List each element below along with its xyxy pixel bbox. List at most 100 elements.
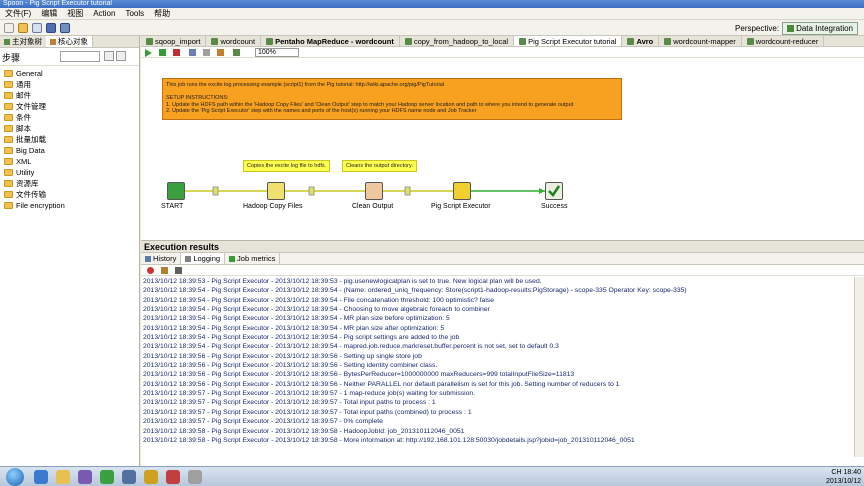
collapse-all-icon[interactable] xyxy=(116,51,126,61)
log-line: 2013/10/12 18:39:57 - Pig Script Executo… xyxy=(143,408,472,416)
log-line: 2013/10/12 18:39:57 - Pig Script Executo… xyxy=(143,390,476,398)
input-language[interactable]: CH xyxy=(831,469,841,476)
zoom-select[interactable]: 100% xyxy=(255,48,299,57)
start-button-icon[interactable] xyxy=(6,468,24,486)
tab-sqoop-import[interactable]: sqoop_import xyxy=(141,36,207,46)
tab-wordcount[interactable]: wordcount xyxy=(206,36,262,46)
open-folder-icon[interactable] xyxy=(18,23,28,33)
menu-help[interactable]: 帮助 xyxy=(149,8,175,20)
log-line: 2013/10/12 18:39:56 - Pig Script Executo… xyxy=(143,371,575,379)
chrome-icon[interactable] xyxy=(100,470,114,484)
log-line: 2013/10/12 18:39:54 - Pig Script Executo… xyxy=(143,306,490,314)
transformation-icon xyxy=(664,37,672,45)
success-label: Success xyxy=(541,203,568,210)
tab-wordcount-reducer[interactable]: wordcount-reducer xyxy=(742,36,825,46)
success-checkmark-icon[interactable] xyxy=(545,182,563,200)
run-icon[interactable] xyxy=(145,49,152,57)
folder-icon xyxy=(4,103,13,110)
tree-item-common[interactable]: 通用 xyxy=(4,79,31,90)
folder-icon xyxy=(4,125,13,132)
pause-icon[interactable] xyxy=(159,49,166,56)
transformation-icon xyxy=(746,37,754,45)
tab-pentaho-mapreduce[interactable]: Pentaho MapReduce - wordcount xyxy=(261,36,400,46)
preview-icon[interactable] xyxy=(189,49,196,56)
log-line: 2013/10/12 18:39:58 - Pig Script Executo… xyxy=(143,427,465,435)
steps-search-input[interactable] xyxy=(60,51,100,62)
tree-item-bulk-loading[interactable]: 批量加载 xyxy=(4,134,46,145)
start-step-icon[interactable] xyxy=(167,182,185,200)
perspective-switcher: Perspective: Data Integration xyxy=(735,22,858,35)
results-tabs: History Logging Job metrics xyxy=(141,253,864,265)
tree-item-repository[interactable]: 资源库 xyxy=(4,178,39,189)
pig-script-executor-label: Pig Script Executor xyxy=(431,203,491,210)
tree-item-general[interactable]: General xyxy=(4,68,43,79)
explorer-folder-icon[interactable] xyxy=(56,470,70,484)
tree-item-file-transfer[interactable]: 文件传输 xyxy=(4,189,46,200)
tab-history[interactable]: History xyxy=(141,253,182,264)
tree-item-file-management[interactable]: 文件管理 xyxy=(4,101,46,112)
log-line: 2013/10/12 18:39:54 - Pig Script Executo… xyxy=(143,334,460,342)
tab-job-metrics[interactable]: Job metrics xyxy=(225,253,281,264)
job-canvas[interactable]: This job runs the excite log processing … xyxy=(141,58,864,241)
clear-log-icon[interactable] xyxy=(147,267,154,274)
job-icon xyxy=(146,37,153,45)
tree-item-big-data[interactable]: Big Data xyxy=(4,145,45,156)
sql-icon[interactable] xyxy=(233,49,240,56)
tab-pig-script-executor-tutorial[interactable]: Pig Script Executor tutorial xyxy=(514,36,623,46)
folder-icon xyxy=(4,202,13,209)
new-file-icon[interactable] xyxy=(4,23,14,33)
execution-results-panel: Execution results History Logging Job me… xyxy=(141,241,864,466)
menu-action[interactable]: Action xyxy=(88,8,120,20)
check-icon[interactable] xyxy=(203,49,210,56)
menu-tools[interactable]: Tools xyxy=(120,8,149,20)
tab-wordcount-mapper[interactable]: wordcount-mapper xyxy=(659,36,742,46)
clean-output-icon[interactable] xyxy=(365,182,383,200)
stop-icon[interactable] xyxy=(173,49,180,56)
clock-date: 2013/10/12 xyxy=(825,478,861,485)
explore-repository-icon[interactable] xyxy=(32,23,42,33)
expand-all-icon[interactable] xyxy=(104,51,114,61)
tree-item-xml[interactable]: XML xyxy=(4,156,31,167)
hop-lock-icon xyxy=(404,186,411,196)
terminal-icon[interactable] xyxy=(122,470,136,484)
menu-edit[interactable]: 编辑 xyxy=(36,8,62,20)
tab-core-objects[interactable]: 核心对象 xyxy=(46,36,93,47)
data-integration-button[interactable]: Data Integration xyxy=(782,22,858,35)
tree-item-conditions[interactable]: 条件 xyxy=(4,112,31,123)
tab-main-object-tree[interactable]: 主对象树 xyxy=(0,36,46,47)
hadoop-copy-files-icon[interactable] xyxy=(267,182,285,200)
spoon-app-icon[interactable] xyxy=(144,470,158,484)
log-output[interactable]: 2013/10/12 18:39:53 - Pig Script Executo… xyxy=(143,277,843,457)
log-scrollbar[interactable] xyxy=(854,277,864,457)
menu-file[interactable]: 文件(F) xyxy=(0,8,36,20)
tree-item-scripting[interactable]: 脚本 xyxy=(4,123,31,134)
steps-search-row: 步骤 xyxy=(0,48,139,66)
log-line: 2013/10/12 18:39:57 - Pig Script Executo… xyxy=(143,418,383,426)
impact-icon[interactable] xyxy=(217,49,224,56)
pig-script-executor-icon[interactable] xyxy=(453,182,471,200)
tab-logging[interactable]: Logging xyxy=(181,253,226,264)
error-lines-icon[interactable] xyxy=(175,267,182,274)
perspective-label: Perspective: xyxy=(735,24,780,33)
tab-copy-from-hadoop[interactable]: copy_from_hadoop_to_local xyxy=(400,36,515,46)
menu-view[interactable]: 视图 xyxy=(62,8,88,20)
tree-item-utility[interactable]: Utility xyxy=(4,167,34,178)
tree-item-file-encryption[interactable]: File encryption xyxy=(4,200,65,211)
log-line: 2013/10/12 18:39:56 - Pig Script Executo… xyxy=(143,380,620,388)
tree-item-mail[interactable]: 邮件 xyxy=(4,90,31,101)
left-panel: 主对象树 核心对象 步骤 General 通用 邮件 文件管理 条件 脚本 批量… xyxy=(0,36,140,466)
save-icon[interactable] xyxy=(46,23,56,33)
ie-browser-icon[interactable] xyxy=(34,470,48,484)
tab-avro[interactable]: Avro xyxy=(622,36,660,46)
save-as-icon[interactable] xyxy=(60,23,70,33)
clock-time[interactable]: 18:40 xyxy=(843,469,861,476)
start-step-label: START xyxy=(161,203,184,210)
log-line: 2013/10/12 18:39:56 - Pig Script Executo… xyxy=(143,362,438,370)
powerpoint-icon[interactable] xyxy=(166,470,180,484)
media-player-icon[interactable] xyxy=(78,470,92,484)
folder-icon xyxy=(4,180,13,187)
log-settings-icon[interactable] xyxy=(161,267,168,274)
app-icon[interactable] xyxy=(188,470,202,484)
job-icon xyxy=(404,37,412,45)
log-line: 2013/10/12 18:39:58 - Pig Script Executo… xyxy=(143,436,635,444)
